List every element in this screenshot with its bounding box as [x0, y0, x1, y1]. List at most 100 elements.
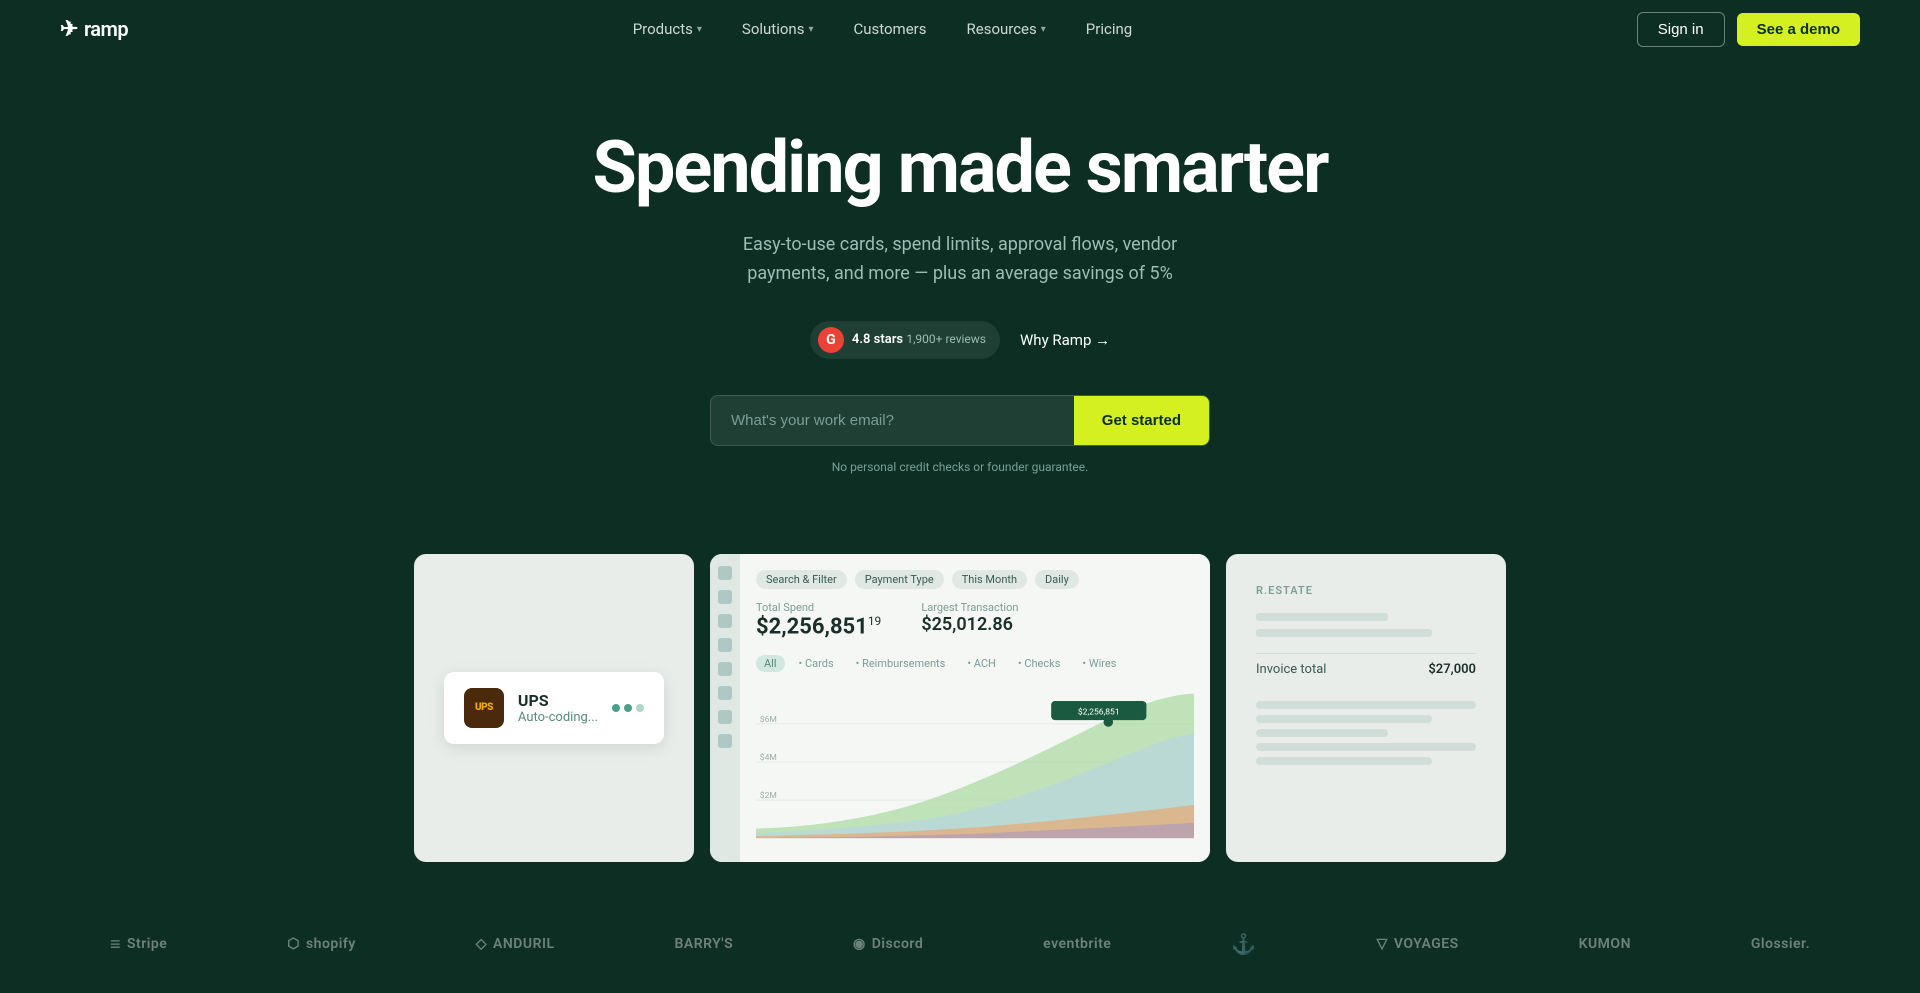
filter-daily[interactable]: Daily — [1035, 570, 1079, 589]
invoice-logo-section — [1256, 613, 1476, 637]
barrys-label: BARRY'S — [674, 936, 733, 952]
demo-button[interactable]: See a demo — [1737, 13, 1860, 46]
logo-barrys: BARRY'S — [674, 936, 733, 952]
logo-text: ramp — [84, 17, 128, 41]
nav-pricing[interactable]: Pricing — [1070, 12, 1148, 46]
chart-tabs: All • Cards • Reimbursements • ACH • Che… — [756, 655, 1194, 672]
unknown-icon: ⚓ — [1231, 932, 1256, 956]
chevron-down-icon: ▾ — [697, 24, 702, 35]
chevron-down-icon: ▾ — [1041, 24, 1046, 35]
tab-ach[interactable]: • ACH — [959, 655, 1004, 672]
dot-1 — [612, 704, 620, 712]
invoice-total-row: Invoice total $27,000 — [1256, 653, 1476, 685]
ups-dots — [612, 704, 644, 712]
sidebar-icon-6 — [718, 686, 732, 700]
chart-card: Search & Filter Payment Type This Month … — [710, 554, 1210, 862]
email-input[interactable] — [711, 396, 1074, 445]
chart-main-suffix: 19 — [868, 614, 882, 628]
shopify-label: shopify — [306, 936, 356, 952]
signin-button[interactable]: Sign in — [1637, 12, 1725, 47]
invoice-detail-5 — [1256, 757, 1432, 765]
shopify-icon: ⬡ — [287, 936, 300, 952]
anduril-label: ANDURIL — [493, 936, 555, 952]
g-logo: G — [818, 327, 844, 353]
cards-section: UPS UPS Auto-coding... — [0, 524, 1920, 912]
stripe-icon: ≡ — [110, 934, 121, 955]
sidebar-icon-1 — [718, 566, 732, 580]
chart-filters: Search & Filter Payment Type This Month … — [756, 570, 1194, 589]
nav-products[interactable]: Products ▾ — [617, 12, 718, 46]
logo-icon: ✈ — [60, 17, 78, 42]
why-ramp-link[interactable]: Why Ramp → — [1020, 331, 1110, 349]
chart-svg: $2,256,851 $6M $4M $2M — [756, 682, 1194, 842]
nav-solutions[interactable]: Solutions ▾ — [726, 12, 830, 46]
invoice-label: Invoice total — [1256, 662, 1326, 677]
anduril-icon: ◇ — [476, 936, 487, 952]
ups-card-inner: UPS UPS Auto-coding... — [444, 672, 664, 744]
chevron-down-icon: ▾ — [808, 24, 813, 35]
logo[interactable]: ✈ ramp — [60, 17, 128, 42]
voyages-label: VOYAGES — [1394, 936, 1459, 952]
tab-all[interactable]: All — [756, 655, 785, 672]
chart-label-secondary: Largest Transaction — [921, 601, 1018, 614]
sidebar-icon-3 — [718, 614, 732, 628]
nav-links: Products ▾ Solutions ▾ Customers Resourc… — [617, 12, 1149, 46]
logo-stripe: ≡ Stripe — [110, 934, 167, 955]
chart-amount-main-block: Total Spend $2,256,85119 — [756, 601, 881, 639]
glossier-label: Glossier. — [1751, 936, 1810, 952]
voyages-icon: ▽ — [1377, 936, 1388, 952]
stripe-label: Stripe — [127, 936, 167, 952]
invoice-card: R.ESTATE Invoice total $27,000 — [1226, 554, 1506, 862]
rating-text: 4.8 stars 1,900+ reviews — [852, 332, 986, 347]
navbar: ✈ ramp Products ▾ Solutions ▾ Customers … — [0, 0, 1920, 58]
tab-checks[interactable]: • Checks — [1010, 655, 1069, 672]
email-form: Get started — [710, 395, 1210, 446]
tab-reimbursements[interactable]: • Reimbursements — [848, 655, 954, 672]
invoice-detail-1 — [1256, 701, 1476, 709]
logo-discord: ◉ Discord — [853, 936, 923, 952]
logo-shopify: ⬡ shopify — [287, 936, 356, 952]
hero-subtitle: Easy-to-use cards, spend limits, approva… — [710, 231, 1210, 289]
chart-main-value: $2,256,85119 — [756, 614, 881, 639]
hero-rating-row: G 4.8 stars 1,900+ reviews Why Ramp → — [810, 321, 1110, 359]
invoice-detail-4 — [1256, 743, 1476, 751]
tab-cards[interactable]: • Cards — [791, 655, 842, 672]
nav-customers[interactable]: Customers — [837, 12, 942, 46]
invoice-brand: R.ESTATE — [1256, 584, 1476, 597]
invoice-line-2 — [1256, 629, 1432, 637]
chart-label-main: Total Spend — [756, 601, 881, 614]
logo-glossier: Glossier. — [1751, 936, 1810, 952]
ups-logo: UPS — [464, 688, 504, 728]
logo-kumon: KUMON — [1579, 936, 1631, 952]
tab-wires[interactable]: • Wires — [1074, 655, 1124, 672]
chart-content: Search & Filter Payment Type This Month … — [740, 554, 1210, 862]
ups-card: UPS UPS Auto-coding... — [414, 554, 694, 862]
kumon-label: KUMON — [1579, 936, 1631, 952]
dot-2 — [624, 704, 632, 712]
discord-label: Discord — [872, 936, 923, 952]
sidebar-icon-8 — [718, 734, 732, 748]
nav-resources[interactable]: Resources ▾ — [951, 12, 1062, 46]
chart-secondary-value: $25,012.86 — [921, 614, 1018, 635]
svg-text:$4M: $4M — [760, 752, 777, 763]
sidebar-icon-4 — [718, 638, 732, 652]
invoice-line-1 — [1256, 613, 1388, 621]
card-sidebar — [710, 554, 740, 862]
ups-info: UPS Auto-coding... — [518, 691, 598, 725]
ups-name: UPS — [518, 691, 598, 710]
hero-title: Spending made smarter — [593, 128, 1328, 207]
logo-anduril: ◇ ANDURIL — [476, 936, 555, 952]
svg-text:$6M: $6M — [760, 714, 777, 725]
get-started-button[interactable]: Get started — [1074, 396, 1209, 445]
filter-month[interactable]: This Month — [952, 570, 1027, 589]
svg-text:$2,256,851: $2,256,851 — [1078, 707, 1120, 718]
logo-voyages: ▽ VOYAGES — [1377, 936, 1459, 952]
chart-amounts: Total Spend $2,256,85119 Largest Transac… — [756, 601, 1194, 639]
logos-bar: ≡ Stripe ⬡ shopify ◇ ANDURIL BARRY'S ◉ D… — [0, 912, 1920, 976]
ups-status: Auto-coding... — [518, 710, 598, 725]
eventbrite-label: eventbrite — [1043, 936, 1111, 952]
filter-search[interactable]: Search & Filter — [756, 570, 847, 589]
filter-payment[interactable]: Payment Type — [855, 570, 944, 589]
dot-3 — [636, 704, 644, 712]
form-disclaimer: No personal credit checks or founder gua… — [832, 460, 1089, 474]
